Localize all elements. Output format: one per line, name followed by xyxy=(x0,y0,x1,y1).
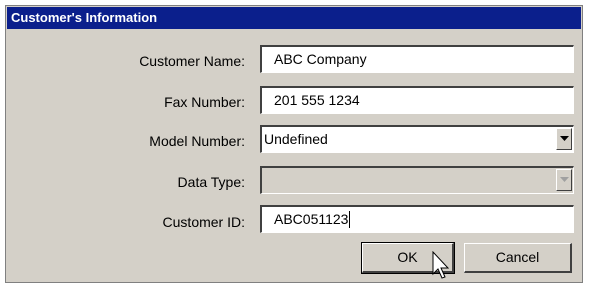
customer-name-value: ABC Company xyxy=(274,51,367,67)
cancel-button[interactable]: Cancel xyxy=(464,243,572,273)
mouse-pointer-icon xyxy=(432,251,450,279)
model-number-value: Undefined xyxy=(264,131,328,147)
data-type-value xyxy=(262,172,264,188)
customer-info-dialog: Customer's Information Customer Name: AB… xyxy=(5,5,583,283)
model-number-select[interactable]: Undefined xyxy=(260,125,574,153)
dialog-title: Customer's Information xyxy=(7,7,581,29)
fax-number-value: 201 555 1234 xyxy=(274,92,360,108)
model-number-dropdown-button[interactable] xyxy=(556,128,572,150)
dropdown-arrow-icon xyxy=(559,136,569,141)
text-cursor xyxy=(349,210,351,228)
customer-id-label: Customer ID: xyxy=(162,214,245,230)
dropdown-arrow-icon xyxy=(559,177,569,182)
data-type-label: Data Type: xyxy=(177,174,245,190)
model-number-label: Model Number: xyxy=(149,133,245,149)
data-type-dropdown-button[interactable] xyxy=(556,169,572,191)
fax-number-field[interactable]: 201 555 1234 xyxy=(260,86,574,114)
customer-id-value: ABC051123 xyxy=(274,211,349,227)
customer-id-field[interactable]: ABC051123 xyxy=(260,205,574,233)
customer-name-label: Customer Name: xyxy=(139,53,245,69)
customer-name-field[interactable]: ABC Company xyxy=(260,45,574,73)
data-type-select[interactable] xyxy=(260,166,574,194)
fax-number-label: Fax Number: xyxy=(164,94,245,110)
